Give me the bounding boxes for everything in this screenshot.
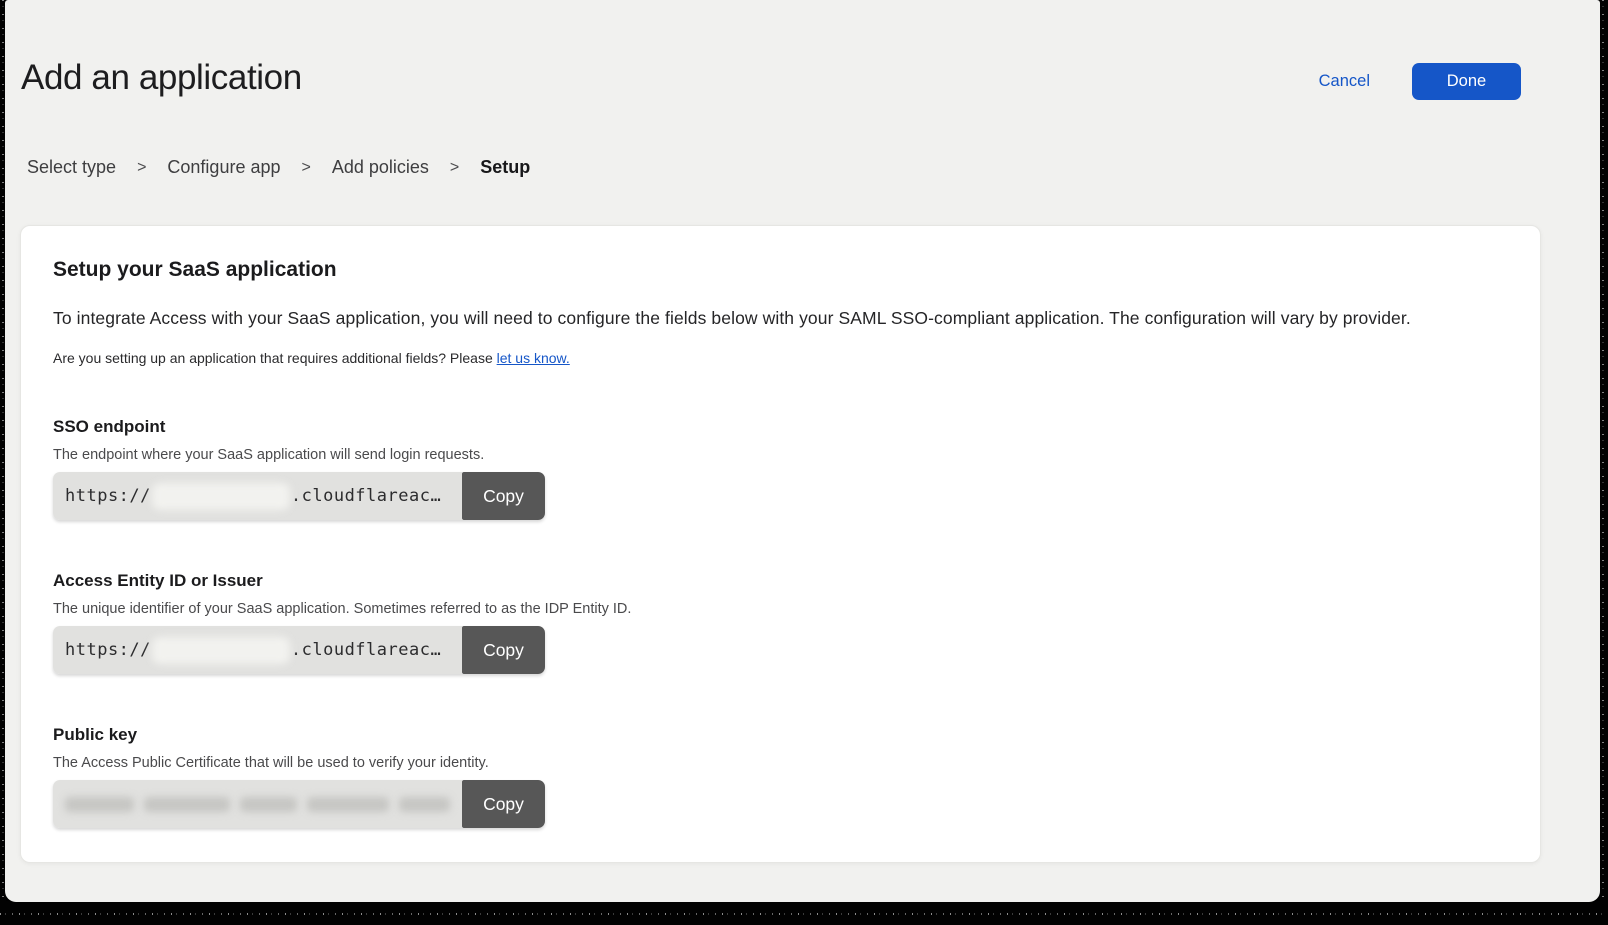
public-key-copy-button[interactable]: Copy (462, 780, 545, 828)
public-key-label: Public key (53, 725, 1508, 745)
field-access-entity-id: Access Entity ID or Issuer The unique id… (53, 571, 1508, 674)
done-button[interactable]: Done (1412, 63, 1521, 100)
sso-endpoint-input-group: https:// .cloudflareac… Copy (53, 472, 545, 520)
value-prefix: https:// (65, 486, 151, 506)
value-prefix: https:// (65, 640, 151, 660)
access-entity-id-label: Access Entity ID or Issuer (53, 571, 1508, 591)
field-public-key: Public key The Access Public Certificate… (53, 725, 1508, 828)
card-note: Are you setting up an application that r… (53, 350, 1508, 366)
card-intro: To integrate Access with your SaaS appli… (53, 308, 1508, 329)
redacted-value-segment (152, 483, 290, 510)
access-entity-id-value[interactable]: https:// .cloudflareac… (53, 626, 462, 674)
breadcrumb-select-type[interactable]: Select type (27, 157, 116, 178)
sso-endpoint-value[interactable]: https:// .cloudflareac… (53, 472, 462, 520)
cancel-button[interactable]: Cancel (1319, 72, 1370, 91)
add-application-page: Add an application Cancel Done Select ty… (5, 0, 1600, 902)
access-entity-id-description: The unique identifier of your SaaS appli… (53, 601, 1508, 617)
field-sso-endpoint: SSO endpoint The endpoint where your Saa… (53, 417, 1508, 520)
page-title: Add an application (21, 58, 302, 98)
public-key-input-group: Copy (53, 780, 545, 828)
redacted-value-segment (152, 637, 290, 664)
page-header: Add an application Cancel Done (5, 0, 1600, 100)
breadcrumb-separator: > (450, 159, 459, 177)
access-entity-id-copy-button[interactable]: Copy (462, 626, 545, 674)
setup-card: Setup your SaaS application To integrate… (20, 225, 1541, 863)
note-text: Are you setting up an application that r… (53, 350, 497, 366)
value-suffix: .cloudflareac… (291, 486, 441, 506)
value-suffix: .cloudflareac… (291, 640, 441, 660)
card-heading: Setup your SaaS application (53, 258, 1508, 282)
breadcrumb: Select type > Configure app > Add polici… (5, 157, 1600, 178)
breadcrumb-separator: > (302, 159, 311, 177)
public-key-description: The Access Public Certificate that will … (53, 755, 1508, 771)
sso-endpoint-label: SSO endpoint (53, 417, 1508, 437)
sso-endpoint-copy-button[interactable]: Copy (462, 472, 545, 520)
access-entity-id-input-group: https:// .cloudflareac… Copy (53, 626, 545, 674)
breadcrumb-separator: > (137, 159, 146, 177)
let-us-know-link[interactable]: let us know. (497, 350, 570, 366)
redacted-value-full (65, 797, 450, 812)
breadcrumb-configure-app[interactable]: Configure app (167, 157, 280, 178)
header-actions: Cancel Done (1319, 63, 1521, 100)
public-key-value[interactable] (53, 780, 462, 828)
breadcrumb-add-policies[interactable]: Add policies (332, 157, 429, 178)
sso-endpoint-description: The endpoint where your SaaS application… (53, 447, 1508, 463)
breadcrumb-setup-active: Setup (480, 157, 530, 178)
redacted-edge-bottom (0, 901, 1608, 925)
redacted-edge-right (1600, 0, 1608, 925)
